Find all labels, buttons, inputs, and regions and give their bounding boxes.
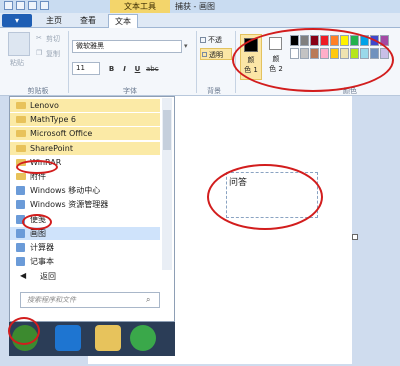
- menu-item-label: 记事本: [30, 257, 54, 267]
- underline-button[interactable]: U: [132, 64, 143, 75]
- font-size-select[interactable]: 11: [72, 62, 100, 75]
- copy-button[interactable]: 复制: [46, 49, 60, 59]
- annotation-circle-start: [8, 317, 40, 345]
- app-icon: [16, 200, 25, 210]
- tab-text[interactable]: 文本: [108, 14, 138, 28]
- chevron-down-icon[interactable]: ▾: [184, 42, 188, 50]
- folder-icon: [16, 130, 26, 138]
- menu-item-label: 计算器: [30, 243, 54, 252]
- strikethrough-button[interactable]: abc: [146, 64, 159, 75]
- clipboard-group-label: 剪贴板: [27, 87, 49, 95]
- transparent-label: 透明: [209, 51, 223, 59]
- menu-item[interactable]: 记事本: [10, 255, 160, 268]
- font-group-label: 字体: [123, 87, 137, 95]
- search-input[interactable]: 搜索程序和文件: [20, 292, 160, 308]
- menu-item[interactable]: MathType 6: [10, 113, 160, 127]
- menu-item-label: SharePoint: [30, 143, 73, 153]
- annotation-circle-accessories: [16, 160, 58, 174]
- transparent-option[interactable]: 透明: [200, 48, 232, 60]
- window-title: 捕获 - 画图: [175, 2, 215, 11]
- menu-item-label: Microsoft Office: [30, 129, 93, 139]
- app-icon: [16, 257, 25, 267]
- tab-home[interactable]: 主页: [40, 14, 68, 28]
- back-button[interactable]: 返回: [40, 271, 56, 282]
- folder-icon: [16, 173, 26, 180]
- text-tools-context-tab: 文本工具: [110, 0, 170, 13]
- save-icon[interactable]: [16, 1, 25, 10]
- bold-button[interactable]: B: [106, 64, 117, 75]
- folder-icon: [16, 102, 26, 109]
- paint-app-icon[interactable]: [4, 1, 13, 10]
- menu-item-label: Windows 移动中心: [30, 186, 101, 196]
- folder-icon: [16, 116, 26, 124]
- menu-item-label: Lenovo: [30, 101, 59, 110]
- italic-button[interactable]: I: [119, 64, 130, 75]
- menu-item[interactable]: Lenovo: [10, 99, 160, 112]
- separator: [68, 31, 69, 93]
- ie-icon[interactable]: [55, 325, 81, 351]
- canvas-resize-handle[interactable]: [352, 234, 358, 240]
- menu-item[interactable]: Windows 资源管理器: [10, 198, 160, 211]
- tab-view[interactable]: 查看: [74, 14, 102, 28]
- menu-item[interactable]: 计算器: [10, 241, 160, 254]
- menu-item[interactable]: Microsoft Office: [10, 127, 160, 141]
- undo-icon[interactable]: [28, 1, 37, 10]
- scissors-icon: ✂: [36, 34, 42, 42]
- opaque-option[interactable]: 不透明: [200, 34, 228, 57]
- annotation-circle-colors: [232, 28, 394, 92]
- app-icon: [16, 228, 25, 238]
- background-group-label: 背景: [207, 87, 221, 95]
- opaque-icon: [200, 37, 206, 43]
- folder-icon: [16, 144, 26, 152]
- media-icon[interactable]: [130, 325, 156, 351]
- paste-icon[interactable]: [8, 32, 30, 56]
- menu-item[interactable]: Windows 移动中心: [10, 184, 160, 197]
- folder-icon[interactable]: [95, 325, 121, 351]
- annotation-circle-textbox: [207, 164, 323, 230]
- scrollbar-thumb[interactable]: [163, 110, 171, 150]
- transparent-icon: [202, 52, 207, 57]
- copy-icon: ❐: [36, 49, 43, 57]
- app-icon: [16, 186, 25, 196]
- menu-item-label: Windows 资源管理器: [30, 200, 109, 210]
- search-icon: ⌕: [146, 295, 151, 304]
- menu-item-label: MathType 6: [30, 115, 77, 125]
- file-menu-button[interactable]: ▾: [2, 14, 32, 27]
- annotation-circle-paint: [22, 214, 52, 230]
- redo-icon[interactable]: [40, 1, 49, 10]
- separator: [196, 31, 197, 93]
- font-family-select[interactable]: 微软雅黑: [72, 40, 182, 53]
- menu-item[interactable]: SharePoint: [10, 141, 160, 155]
- back-arrow-icon: ◀: [20, 271, 27, 280]
- menu-item-label: 画图: [30, 228, 46, 238]
- cut-button[interactable]: 剪切: [46, 34, 60, 44]
- app-icon: [16, 243, 25, 252]
- paste-button[interactable]: 粘贴: [10, 58, 24, 68]
